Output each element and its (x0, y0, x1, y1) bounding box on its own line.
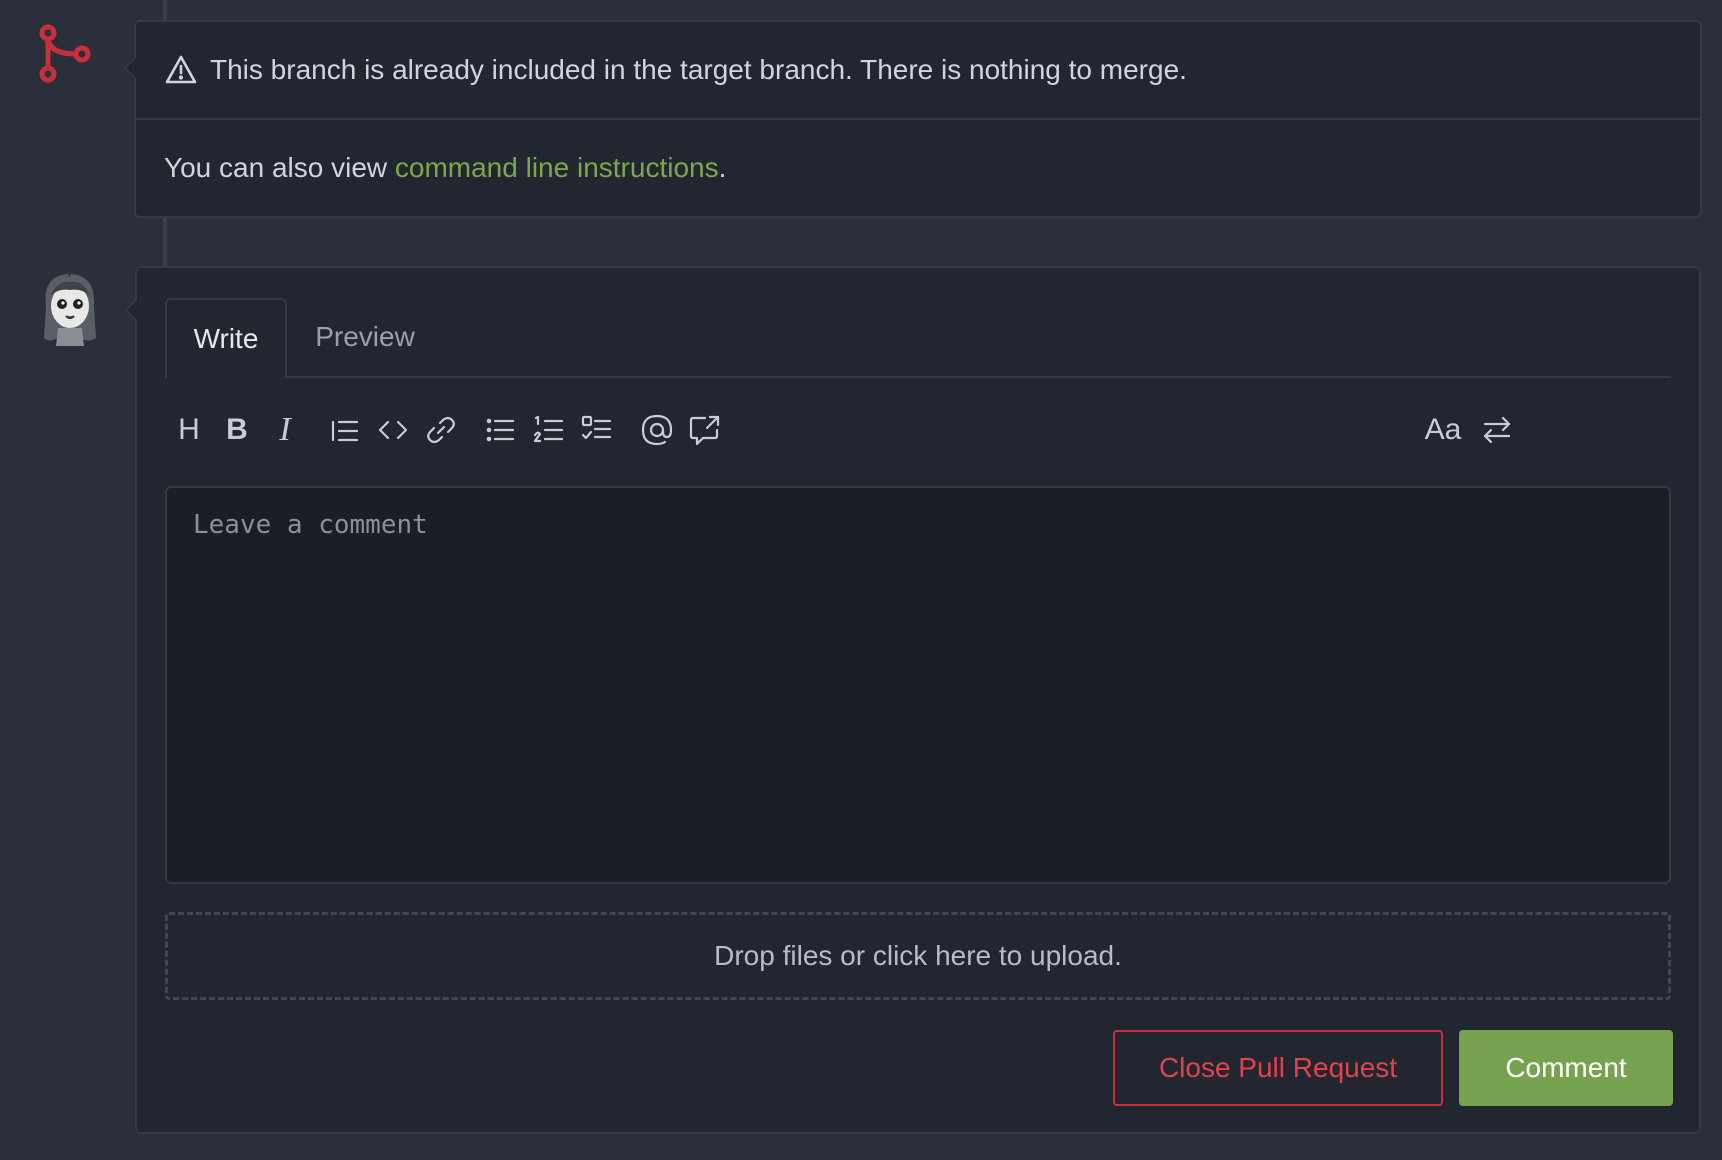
reference-icon (689, 415, 720, 446)
italic-icon: I (279, 411, 291, 448)
heading-button[interactable]: H (165, 406, 213, 454)
avatar[interactable] (38, 266, 100, 346)
instructions-prefix: You can also view (164, 152, 395, 183)
merge-status-box: This branch is already included in the t… (124, 20, 1702, 218)
file-upload-dropzone[interactable]: Drop files or click here to upload. (165, 912, 1671, 1000)
close-pull-request-button[interactable]: Close Pull Request (1113, 1030, 1443, 1106)
unordered-list-icon (486, 418, 515, 442)
code-icon (378, 420, 408, 440)
bold-button[interactable]: B (213, 406, 261, 454)
ordered-list-button[interactable] (525, 406, 573, 454)
bold-icon: B (226, 413, 248, 446)
tab-write[interactable]: Write (165, 298, 287, 378)
tab-preview[interactable]: Preview (287, 298, 443, 376)
quote-button[interactable] (321, 406, 369, 454)
merge-message: This branch is already included in the t… (210, 54, 1187, 85)
arrow-switch-icon (1483, 416, 1511, 444)
task-list-button[interactable] (573, 406, 621, 454)
heading-icon: H (178, 413, 200, 446)
instructions-suffix: . (718, 152, 727, 183)
timeline-line-top (163, 0, 167, 20)
card-pointer (125, 298, 137, 322)
command-line-instructions-link[interactable]: command line instructions (395, 152, 719, 184)
comment-button[interactable]: Comment (1459, 1030, 1673, 1106)
comment-form: Write Preview H B I Aa Leave a comment D… (125, 266, 1701, 1134)
mention-icon (641, 414, 673, 446)
editor-tabs: Write Preview (165, 298, 1671, 378)
merge-message-row: This branch is already included in the t… (136, 22, 1700, 120)
timeline-line-middle (163, 218, 167, 266)
card-pointer (124, 56, 136, 80)
instructions-row: You can also view command line instructi… (136, 120, 1700, 216)
code-button[interactable] (369, 406, 417, 454)
link-button[interactable] (417, 406, 465, 454)
comment-textarea[interactable] (165, 486, 1671, 884)
warning-icon (165, 55, 197, 84)
italic-button[interactable]: I (261, 406, 309, 454)
markdown-toolbar: H B I Aa (165, 402, 1671, 458)
git-merge-icon (34, 24, 94, 84)
switch-editor-button[interactable] (1473, 406, 1521, 454)
ordered-list-icon (533, 415, 564, 443)
reference-button[interactable] (681, 406, 729, 454)
font-toggle-icon: Aa (1424, 413, 1462, 446)
font-toggle-button[interactable]: Aa (1413, 406, 1473, 454)
link-icon (427, 416, 455, 444)
task-list-icon (581, 415, 612, 440)
unordered-list-button[interactable] (477, 406, 525, 454)
quote-icon (331, 420, 359, 442)
mention-button[interactable] (633, 406, 681, 454)
